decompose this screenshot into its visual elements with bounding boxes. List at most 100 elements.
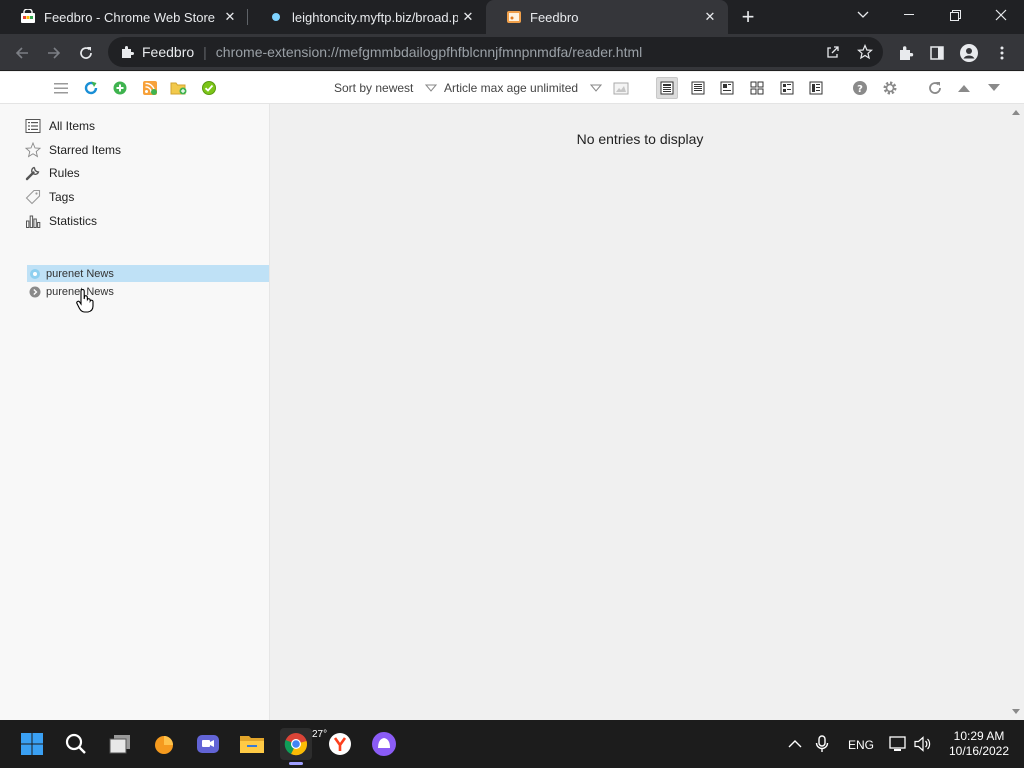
refresh-feeds-icon[interactable] xyxy=(82,79,100,97)
microphone-icon[interactable] xyxy=(806,728,838,760)
system-clock[interactable]: 10:29 AM 10/16/2022 xyxy=(944,729,1014,759)
windows-taskbar: 27° ENG 10:29 AM 10/16/2022 xyxy=(0,720,1024,768)
feed-sidebar: All Items Starred Items Rules Tags Stati… xyxy=(0,104,270,720)
clock-time: 10:29 AM xyxy=(953,729,1005,743)
feedbro-icon xyxy=(506,9,522,25)
add-folder-icon[interactable] xyxy=(170,79,188,97)
extensions-icon[interactable] xyxy=(892,39,920,67)
layout-cards-icon[interactable] xyxy=(778,79,796,97)
hand-cursor-icon xyxy=(76,289,94,313)
empty-state-message: No entries to display xyxy=(576,131,704,147)
layout-thumbnail-icon[interactable] xyxy=(718,79,736,97)
bar-chart-icon xyxy=(24,212,42,230)
reload-articles-icon[interactable] xyxy=(926,79,944,97)
side-panel-icon[interactable] xyxy=(923,39,951,67)
task-view-icon[interactable] xyxy=(104,728,136,760)
help-icon[interactable]: ? xyxy=(851,79,869,97)
input-language-indicator[interactable]: ENG xyxy=(848,738,874,752)
globe-dot-icon xyxy=(268,9,284,25)
feed-item-purenet-news[interactable]: purenet News xyxy=(27,283,269,300)
vertical-scrollbar[interactable] xyxy=(1009,104,1024,720)
sidebar-item-label: Tags xyxy=(49,190,75,204)
weather-widget-icon[interactable]: 27° xyxy=(148,728,327,760)
tag-icon xyxy=(24,188,42,206)
tab-feedbro[interactable]: Feedbro ✕ xyxy=(486,0,728,34)
sidebar-item-all-items[interactable]: All Items xyxy=(24,116,95,136)
chrome-menu-icon[interactable] xyxy=(988,39,1016,67)
rss-folder-icon[interactable] xyxy=(141,79,159,97)
filter-icon[interactable] xyxy=(612,79,630,97)
feed-item-label: purenet News xyxy=(46,267,114,280)
active-app-indicator xyxy=(289,762,303,765)
close-tab-icon[interactable]: ✕ xyxy=(700,7,720,27)
sidebar-item-rules[interactable]: Rules xyxy=(24,163,80,183)
scroll-up-arrow-icon[interactable] xyxy=(1012,110,1020,115)
scroll-down-arrow-icon[interactable] xyxy=(1012,709,1020,714)
tab-title: Feedbro - Chrome Web Store xyxy=(44,9,215,25)
profile-icon[interactable] xyxy=(955,39,983,67)
extension-puzzle-icon xyxy=(120,45,134,59)
layout-list-view-icon[interactable] xyxy=(656,77,678,99)
url-text: chrome-extension://mefgmmbdailogpfhfblcn… xyxy=(215,44,643,60)
sidebar-item-starred-items[interactable]: Starred Items xyxy=(24,140,121,160)
omnibox-divider: | xyxy=(203,44,207,60)
windows-start-icon[interactable] xyxy=(16,728,48,760)
bookmark-star-icon[interactable] xyxy=(850,37,880,67)
sort-order-select[interactable]: Sort by newest xyxy=(334,81,413,95)
sidebar-item-label: Rules xyxy=(49,166,80,180)
add-feed-icon[interactable] xyxy=(111,79,129,97)
hamburger-menu-icon[interactable] xyxy=(52,79,70,97)
back-icon[interactable] xyxy=(8,39,36,67)
file-explorer-icon[interactable] xyxy=(236,728,268,760)
close-tab-icon[interactable]: ✕ xyxy=(220,7,240,27)
chrome-taskbar-icon[interactable] xyxy=(280,728,312,760)
layout-magazine-icon[interactable] xyxy=(807,79,825,97)
assistant-app-icon[interactable] xyxy=(368,728,400,760)
sidebar-item-tags[interactable]: Tags xyxy=(24,187,74,207)
search-icon[interactable] xyxy=(60,728,92,760)
tab-search-icon[interactable] xyxy=(840,0,886,30)
minimize-icon[interactable] xyxy=(886,0,932,30)
tab-chrome-web-store[interactable]: Feedbro - Chrome Web Store ✕ xyxy=(0,0,248,34)
max-age-dropdown-caret-icon[interactable] xyxy=(590,82,602,94)
address-bar[interactable]: Feedbro | chrome-extension://mefgmmbdail… xyxy=(108,37,883,67)
reload-icon[interactable] xyxy=(72,39,100,67)
sidebar-item-label: All Items xyxy=(49,119,96,133)
mark-all-read-icon[interactable] xyxy=(200,79,218,97)
wrench-icon xyxy=(24,164,42,182)
share-icon[interactable] xyxy=(818,37,848,67)
article-list-pane: No entries to display xyxy=(271,104,1009,720)
article-max-age-select[interactable]: Article max age unlimited xyxy=(444,81,578,95)
chrome-web-store-icon xyxy=(20,9,36,25)
close-window-icon[interactable] xyxy=(978,0,1024,30)
previous-article-icon[interactable] xyxy=(955,79,973,97)
new-tab-icon[interactable]: + xyxy=(736,4,760,29)
star-icon xyxy=(24,141,42,159)
teams-chat-icon[interactable] xyxy=(192,728,224,760)
close-tab-icon[interactable]: ✕ xyxy=(458,7,478,27)
volume-icon[interactable] xyxy=(907,728,939,760)
restore-icon[interactable] xyxy=(932,0,978,30)
list-icon xyxy=(24,117,42,135)
tab-leightoncity[interactable]: leightoncity.myftp.biz/broad.php ✕ xyxy=(248,0,486,34)
next-article-icon[interactable] xyxy=(985,79,1003,97)
tab-strip: Feedbro - Chrome Web Store ✕ leightoncit… xyxy=(0,0,1024,34)
layout-grid-icon[interactable] xyxy=(748,79,766,97)
svg-text:?: ? xyxy=(857,84,863,95)
site-label: Feedbro xyxy=(142,44,195,60)
sort-dropdown-caret-icon[interactable] xyxy=(425,82,437,94)
forward-icon[interactable] xyxy=(40,39,68,67)
tab-title: leightoncity.myftp.biz/broad.php xyxy=(292,9,458,25)
settings-gear-icon[interactable] xyxy=(881,79,899,97)
sidebar-item-label: Statistics xyxy=(49,214,98,228)
yandex-browser-icon[interactable] xyxy=(324,728,356,760)
tab-title: Feedbro xyxy=(530,9,579,25)
feed-favicon-icon xyxy=(29,268,41,280)
navigation-bar: Feedbro | chrome-extension://mefgmmbdail… xyxy=(0,34,1024,71)
feed-favicon-icon xyxy=(29,286,41,298)
sidebar-item-label: Starred Items xyxy=(49,143,122,157)
feedbro-toolbar: Sort by newest Article max age unlimited… xyxy=(0,72,1024,104)
sidebar-item-statistics[interactable]: Statistics xyxy=(24,211,97,231)
layout-full-article-icon[interactable] xyxy=(689,79,707,97)
feed-item-purenet-news[interactable]: purenet News xyxy=(27,265,269,282)
